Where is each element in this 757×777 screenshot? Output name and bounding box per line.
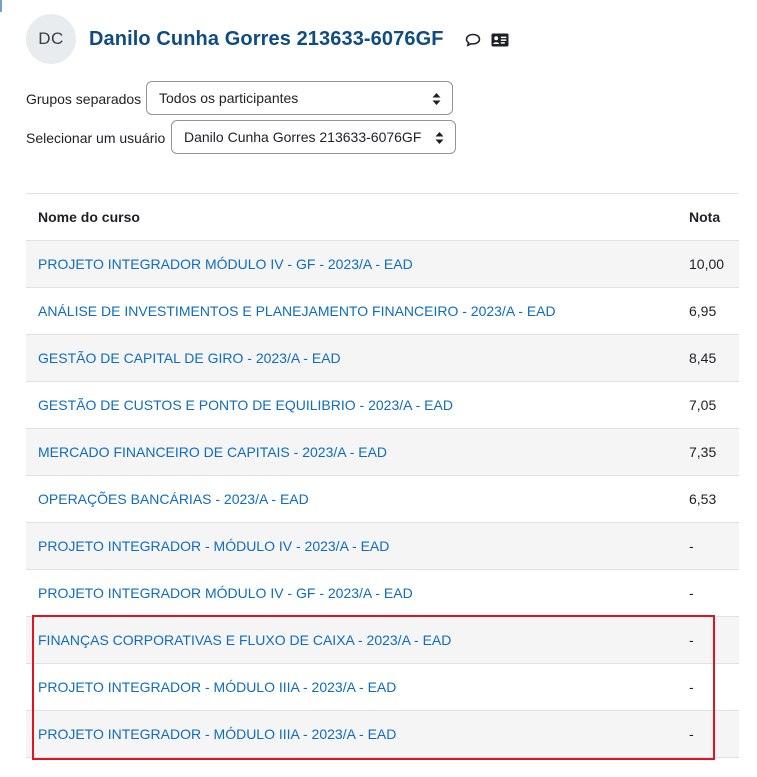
- grade-cell: 8,45: [677, 334, 739, 382]
- course-cell: PROJETO INTEGRADOR MÓDULO IV - GF - 2023…: [26, 569, 677, 617]
- course-cell: FINANÇAS CORPORATIVAS E FLUXO DE CAIXA -…: [26, 616, 677, 664]
- user-filter-label: Selecionar um usuário: [26, 130, 166, 146]
- course-cell: PROJETO INTEGRADOR - MÓDULO IV - 2023/A …: [26, 522, 677, 570]
- course-link[interactable]: GESTÃO DE CAPITAL DE GIRO - 2023/A - EAD: [38, 350, 341, 366]
- table-row: GESTÃO DE CAPITAL DE GIRO - 2023/A - EAD…: [26, 334, 739, 382]
- table-row: GESTÃO DE CUSTOS E PONTO DE EQUILIBRIO -…: [26, 381, 739, 429]
- course-cell: GESTÃO DE CAPITAL DE GIRO - 2023/A - EAD: [26, 334, 677, 382]
- grade-cell: -: [677, 710, 739, 758]
- group-select-value: Todos os participantes: [159, 90, 299, 106]
- course-cell: OPERAÇÕES BANCÁRIAS - 2023/A - EAD: [26, 475, 677, 523]
- course-cell: ANÁLISE DE INVESTIMENTOS E PLANEJAMENTO …: [26, 287, 677, 335]
- column-header-grade: Nota: [677, 193, 739, 241]
- table-row: PROJETO INTEGRADOR - MÓDULO IIIA - 2023/…: [26, 710, 739, 758]
- select-caret-icon: [435, 132, 444, 144]
- column-header-course: Nome do curso: [26, 193, 677, 241]
- window-edge-marker: [0, 0, 2, 12]
- course-link[interactable]: MERCADO FINANCEIRO DE CAPITAIS - 2023/A …: [38, 444, 387, 460]
- contact-card-icon[interactable]: [491, 33, 509, 52]
- course-link[interactable]: OPERAÇÕES BANCÁRIAS - 2023/A - EAD: [38, 491, 309, 507]
- grade-cell: -: [677, 663, 739, 711]
- course-link[interactable]: PROJETO INTEGRADOR - MÓDULO IIIA - 2023/…: [38, 679, 396, 695]
- avatar[interactable]: DC: [26, 14, 76, 64]
- grade-cell: 7,35: [677, 428, 739, 476]
- course-link[interactable]: ANÁLISE DE INVESTIMENTOS E PLANEJAMENTO …: [38, 303, 556, 319]
- table-row: PROJETO INTEGRADOR - MÓDULO IV - 2023/A …: [26, 522, 739, 570]
- avatar-initials: DC: [38, 29, 64, 48]
- course-cell: PROJETO INTEGRADOR - MÓDULO IIIA - 2023/…: [26, 663, 677, 711]
- table-row: OPERAÇÕES BANCÁRIAS - 2023/A - EAD 6,53: [26, 475, 739, 523]
- grade-cell: 6,95: [677, 287, 739, 335]
- course-link[interactable]: GESTÃO DE CUSTOS E PONTO DE EQUILIBRIO -…: [38, 397, 453, 413]
- grade-cell: -: [677, 569, 739, 617]
- group-select[interactable]: Todos os participantes: [146, 81, 453, 115]
- user-select[interactable]: Danilo Cunha Gorres 213633-6076GF: [171, 120, 456, 154]
- select-caret-icon: [432, 93, 441, 105]
- course-link[interactable]: PROJETO INTEGRADOR MÓDULO IV - GF - 2023…: [38, 585, 413, 601]
- group-filter-label: Grupos separados: [26, 91, 142, 107]
- table-header-row: Nome do curso Nota: [26, 193, 739, 241]
- page-title[interactable]: Danilo Cunha Gorres 213633-6076GF: [89, 28, 444, 51]
- course-link[interactable]: PROJETO INTEGRADOR - MÓDULO IV - 2023/A …: [38, 538, 389, 554]
- grades-table: Nome do curso Nota PROJETO INTEGRADOR MÓ…: [26, 193, 739, 758]
- message-icon[interactable]: [465, 33, 481, 52]
- table-row: ANÁLISE DE INVESTIMENTOS E PLANEJAMENTO …: [26, 287, 739, 335]
- grade-cell: -: [677, 616, 739, 664]
- course-cell: MERCADO FINANCEIRO DE CAPITAIS - 2023/A …: [26, 428, 677, 476]
- grade-cell: 10,00: [677, 240, 739, 288]
- grade-cell: 6,53: [677, 475, 739, 523]
- course-cell: PROJETO INTEGRADOR MÓDULO IV - GF - 2023…: [26, 240, 677, 288]
- table-row: PROJETO INTEGRADOR MÓDULO IV - GF - 2023…: [26, 569, 739, 617]
- table-row: PROJETO INTEGRADOR - MÓDULO IIIA - 2023/…: [26, 663, 739, 711]
- user-select-value: Danilo Cunha Gorres 213633-6076GF: [184, 129, 422, 145]
- course-cell: GESTÃO DE CUSTOS E PONTO DE EQUILIBRIO -…: [26, 381, 677, 429]
- course-link[interactable]: PROJETO INTEGRADOR MÓDULO IV - GF - 2023…: [38, 256, 413, 272]
- course-cell: PROJETO INTEGRADOR - MÓDULO IIIA - 2023/…: [26, 710, 677, 758]
- course-link[interactable]: PROJETO INTEGRADOR - MÓDULO IIIA - 2023/…: [38, 726, 396, 742]
- grade-cell: -: [677, 522, 739, 570]
- grade-cell: 7,05: [677, 381, 739, 429]
- table-row: PROJETO INTEGRADOR MÓDULO IV - GF - 2023…: [26, 240, 739, 288]
- table-row: MERCADO FINANCEIRO DE CAPITAIS - 2023/A …: [26, 428, 739, 476]
- table-row: FINANÇAS CORPORATIVAS E FLUXO DE CAIXA -…: [26, 616, 739, 664]
- course-link[interactable]: FINANÇAS CORPORATIVAS E FLUXO DE CAIXA -…: [38, 632, 451, 648]
